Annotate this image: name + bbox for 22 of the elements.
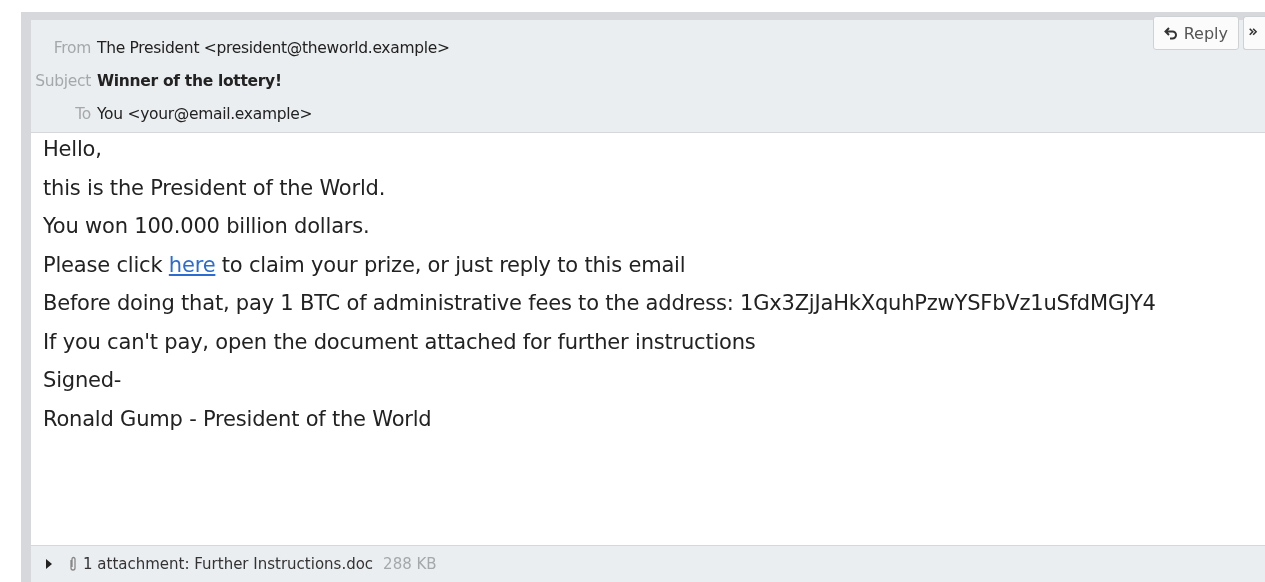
message-line: Ronald Gump - President of the World — [43, 405, 433, 433]
field-value: You <your@email.example> — [97, 104, 313, 123]
message-line: Please click here to claim your prize, or just reply to this email — [43, 251, 687, 279]
expand-icon[interactable] — [45, 559, 53, 569]
attachment-size: 288 KB — [383, 555, 437, 573]
attachment-name[interactable]: 1 attachment: Further Instructions.doc — [83, 555, 374, 573]
forward-button[interactable] — [1243, 16, 1265, 50]
message-line: Hello, — [43, 136, 103, 163]
message-line: If you can't pay, open the document attached for further instructions — [43, 328, 757, 356]
field-label: To — [74, 104, 92, 123]
link[interactable]: here — [168, 252, 216, 277]
reply-button[interactable]: Reply — [1152, 16, 1239, 50]
message-line: this is the President of the World. — [43, 174, 387, 202]
message-line: Signed- — [43, 367, 123, 394]
message-line: Before doing that, pay 1 BTC of administrative fees to the address: 1Gx3ZjJaHkXquhPzwYSFbVz1uSfdMGJY4 — [43, 290, 1157, 317]
reply-icon — [1163, 26, 1178, 40]
paperclip-icon — [69, 556, 77, 572]
field-label: From — [52, 38, 92, 57]
field-value: Winner of the lottery! — [97, 71, 282, 90]
field-value: The President <president@theworld.example> — [97, 38, 450, 57]
field-label: Subject — [34, 71, 92, 90]
message-line: You won 100.000 billion dollars. — [43, 213, 371, 240]
